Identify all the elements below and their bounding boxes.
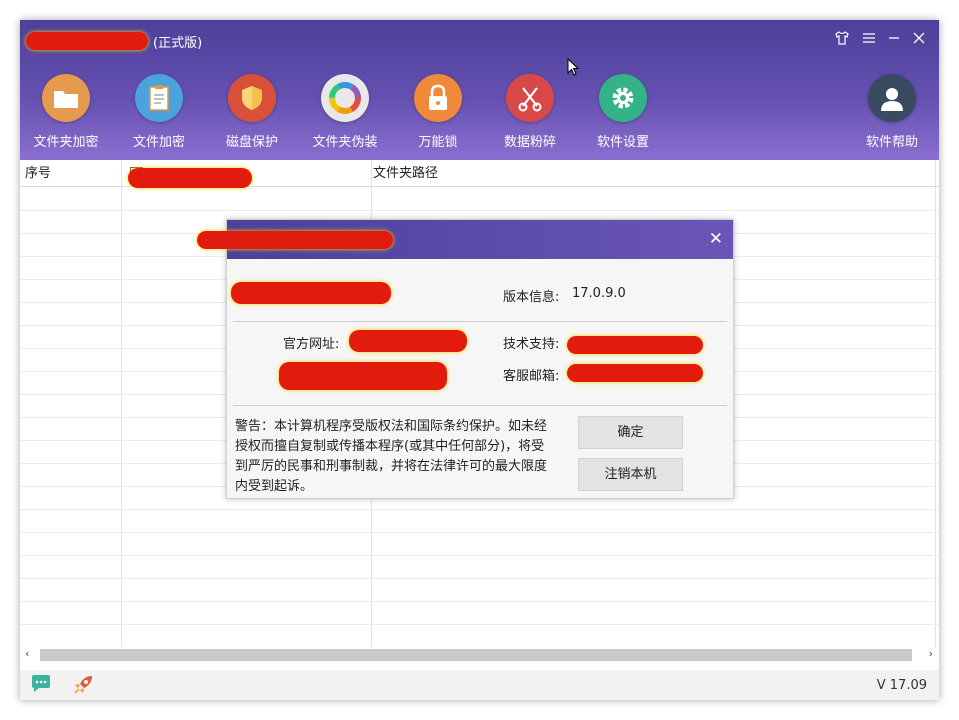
- toolbar-data-shred[interactable]: 数据粉碎: [485, 74, 575, 150]
- unregister-button[interactable]: 注销本机: [578, 458, 683, 491]
- toolbar-help[interactable]: 软件帮助: [847, 74, 937, 150]
- color-wheel-icon: [321, 74, 369, 122]
- toolbar-label: 数据粉碎: [503, 135, 556, 150]
- toolbar-label: 文件加密: [132, 135, 185, 150]
- toolbar-label: 软件设置: [596, 135, 649, 150]
- dialog-close-icon[interactable]: ✕: [709, 229, 723, 249]
- column-index[interactable]: 序号: [25, 160, 51, 187]
- scroll-left-icon[interactable]: ‹: [25, 647, 29, 660]
- version-label: V 17.09: [876, 678, 927, 693]
- toolbar-folder-disguise[interactable]: 文件夹伪装: [300, 74, 390, 150]
- redacted-contact: [279, 362, 447, 390]
- redacted-website: [349, 330, 467, 352]
- toolbar-label: 万能锁: [418, 135, 458, 150]
- row-divider: [20, 578, 939, 579]
- menu-icon[interactable]: [859, 30, 879, 50]
- row-divider: [20, 210, 939, 211]
- redacted-support: [567, 336, 703, 354]
- ok-button[interactable]: 确定: [578, 416, 683, 449]
- scroll-right-icon[interactable]: ›: [929, 647, 933, 660]
- redacted-product-name: [231, 282, 391, 304]
- column-folder-path[interactable]: 文件夹路径: [373, 160, 438, 187]
- toolbar-label: 磁盘保护: [225, 135, 278, 150]
- row-divider: [20, 601, 939, 602]
- version-info-value: 17.0.9.0: [572, 286, 626, 301]
- toolbar-label: 文件夹加密: [33, 135, 99, 150]
- row-divider: [20, 509, 939, 510]
- copyright-warning: 警告：本计算机程序受版权法和国际条约保护。如未经授权而擅自复制或传播本程序(或其…: [235, 419, 548, 494]
- toolbar-settings[interactable]: 软件设置: [578, 74, 668, 150]
- document-icon: [135, 74, 183, 122]
- dialog-titlebar: ✕: [197, 220, 733, 259]
- scissors-icon: [506, 74, 554, 122]
- toolbar-folder-encrypt[interactable]: 文件夹加密: [21, 74, 111, 150]
- row-divider: [20, 624, 939, 625]
- support-label: 技术支持:: [503, 337, 560, 352]
- status-bar: V 17.09: [20, 670, 939, 700]
- row-divider: [20, 532, 939, 533]
- dialog-divider: [233, 405, 727, 406]
- shield-icon: [228, 74, 276, 122]
- scrollbar-thumb[interactable]: [40, 649, 912, 661]
- lock-icon: [414, 74, 462, 122]
- folder-icon: [42, 74, 90, 122]
- website-label: 官方网址:: [283, 337, 340, 352]
- app-header: (正式版) 文件夹加密 文件加密 磁盘保护 文件夹伪装 万能锁 数据粉碎 软件设…: [20, 20, 939, 160]
- skin-icon[interactable]: [832, 30, 852, 50]
- toolbar-universal-lock[interactable]: 万能锁: [393, 74, 483, 150]
- row-divider: [20, 555, 939, 556]
- redacted-email: [567, 364, 703, 382]
- dialog-divider: [233, 321, 727, 322]
- email-label: 客服邮箱:: [503, 369, 560, 384]
- chat-icon[interactable]: [30, 674, 52, 698]
- minimize-icon[interactable]: [884, 30, 904, 50]
- app-logo-redacted: [26, 32, 148, 50]
- toolbar-file-encrypt[interactable]: 文件加密: [114, 74, 204, 150]
- gear-icon: [599, 74, 647, 122]
- user-icon: [868, 74, 916, 122]
- version-info-label: 版本信息:: [503, 290, 560, 305]
- toolbar-label: 文件夹伪装: [312, 135, 378, 150]
- window-title: (正式版): [153, 36, 203, 51]
- redacted-column-name: [128, 168, 252, 188]
- mouse-cursor-icon: [567, 57, 580, 80]
- toolbar-disk-protect[interactable]: 磁盘保护: [207, 74, 297, 150]
- redacted-dialog-title: [197, 231, 393, 249]
- close-icon[interactable]: [909, 30, 929, 50]
- horizontal-scrollbar[interactable]: ‹ ›: [20, 647, 939, 663]
- toolbar-label: 软件帮助: [865, 135, 918, 150]
- rocket-icon[interactable]: [72, 674, 94, 700]
- about-dialog: ✕ 版本信息: 17.0.9.0 官方网址: 技术支持: 客服邮箱: 警告：本计…: [197, 219, 734, 499]
